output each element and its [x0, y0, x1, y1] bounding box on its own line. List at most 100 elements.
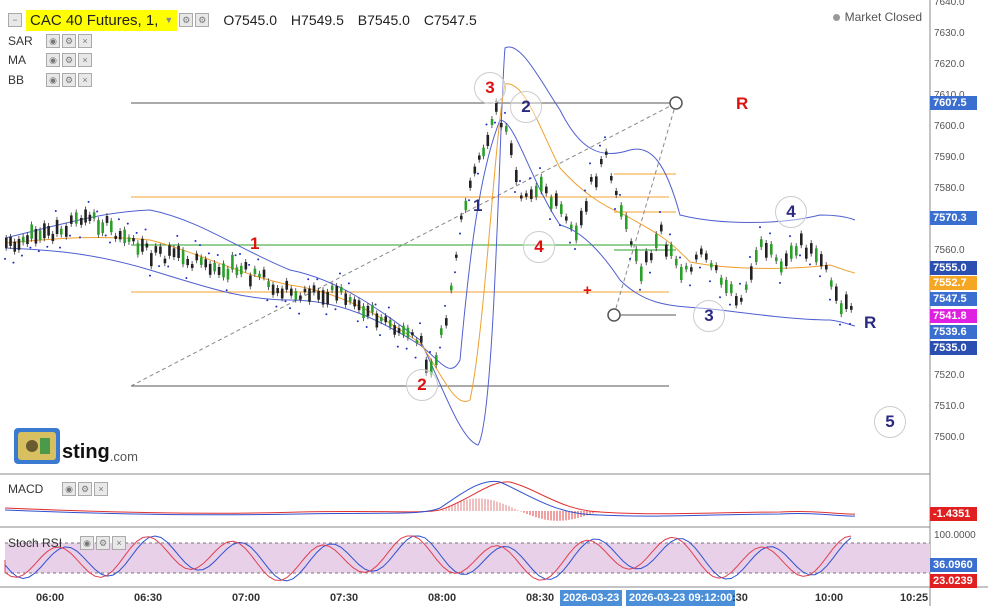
candle-body	[190, 264, 194, 269]
candle-body	[785, 253, 788, 267]
close-icon[interactable]: ×	[94, 482, 108, 496]
candle-body	[384, 316, 388, 323]
candle-body	[630, 241, 633, 245]
candle-body	[267, 281, 270, 288]
sar-dot	[709, 280, 711, 283]
sar-dot	[599, 144, 601, 147]
sar-dot	[839, 323, 841, 326]
time-tick: 10:00	[815, 592, 844, 604]
candle-body	[38, 230, 42, 240]
high-value: H7549.5	[290, 12, 344, 28]
candle-body	[177, 245, 180, 258]
candle-body	[88, 214, 92, 221]
sar-dot	[569, 241, 571, 244]
symbol-selector[interactable]: CAC 40 Futures, 1, ▼	[26, 9, 178, 31]
sar-dot	[454, 271, 456, 274]
close-icon[interactable]: ×	[78, 53, 92, 67]
sar-dot	[769, 232, 771, 235]
sar-dot	[334, 308, 337, 311]
candle-body	[610, 176, 613, 181]
candle-body	[271, 284, 275, 295]
chevron-down-icon: ▼	[164, 15, 174, 25]
candle-body	[335, 285, 339, 301]
price-tick: 7620.0	[934, 59, 965, 70]
stoch-label-row[interactable]: Stoch RSI ◉ ⚙ ×	[8, 536, 126, 550]
indicator-row-ma[interactable]: MA ◉ ⚙ ×	[8, 53, 92, 67]
candle-body	[810, 243, 813, 254]
candle-body	[580, 210, 583, 226]
sar-dot	[298, 312, 301, 315]
indicator-row-sar[interactable]: SAR ◉ ⚙ ×	[8, 34, 92, 48]
sar-dot	[574, 248, 576, 251]
gear-icon[interactable]: ⚙	[62, 34, 76, 48]
close-icon[interactable]: ×	[78, 73, 92, 87]
candle-body	[675, 258, 678, 266]
candle-body	[154, 246, 158, 253]
market-status: Market Closed	[832, 10, 922, 24]
candle-body	[840, 303, 843, 315]
sar-dot	[96, 210, 99, 213]
candle-body	[486, 134, 490, 147]
candle-body	[204, 259, 208, 268]
price-tag: 7552.7	[930, 276, 977, 290]
sar-dot	[365, 326, 368, 329]
gear-icon[interactable]: ⚙	[62, 73, 76, 87]
gear-icon[interactable]: ⚙	[62, 53, 76, 67]
eye-icon[interactable]: ◉	[80, 536, 94, 550]
settings-icon[interactable]: ⚙	[179, 13, 194, 27]
candle-body	[321, 290, 325, 305]
candle-body	[141, 238, 144, 252]
eye-icon[interactable]: ◉	[46, 73, 60, 87]
candle-body	[262, 269, 266, 278]
candle-body	[353, 299, 356, 307]
wave-label-blue: 3	[693, 300, 725, 332]
close-value: C7547.5	[423, 12, 477, 28]
sar-dot	[629, 257, 631, 260]
stoch-label: Stoch RSI	[8, 536, 63, 550]
sar-dot	[759, 226, 761, 229]
candle-body	[213, 262, 216, 272]
sar-dot	[459, 232, 461, 235]
gear-icon[interactable]: ⚙	[78, 482, 92, 496]
sar-dot	[849, 322, 851, 325]
macd-label-row[interactable]: MACD ◉ ⚙ ×	[8, 482, 108, 496]
logo-domain: .com	[109, 449, 138, 464]
candle-body	[420, 335, 423, 343]
candle-body	[186, 258, 189, 266]
eye-icon[interactable]: ◉	[46, 53, 60, 67]
sar-dot	[79, 236, 81, 239]
candle-body	[317, 290, 320, 300]
candle-body	[765, 243, 768, 258]
candle-body	[535, 185, 538, 198]
wave-label-red: R	[736, 94, 749, 113]
eye-icon[interactable]: ◉	[46, 34, 60, 48]
candle-body	[159, 246, 162, 254]
sar-dot	[144, 228, 147, 231]
price-tag: 7607.5	[930, 96, 977, 110]
time-tick: 08:30	[526, 592, 555, 604]
price-tick: 7500.0	[934, 432, 965, 443]
sar-dot	[659, 211, 661, 214]
indicator-label: MA	[8, 53, 26, 67]
stoch-value-tag: 36.0960	[930, 558, 977, 572]
candle-body	[510, 143, 513, 156]
ohlc-readout: O7545.0 H7549.5 B7545.0 C7547.5	[223, 12, 486, 28]
sar-dot	[275, 305, 278, 308]
gear-icon[interactable]: ⚙	[195, 13, 210, 27]
close-icon[interactable]: ×	[78, 34, 92, 48]
close-icon[interactable]: ×	[112, 536, 126, 550]
wave-label-blue: 2	[510, 91, 542, 123]
sar-dot	[414, 356, 417, 359]
candle-body	[735, 296, 738, 306]
candle-body	[235, 267, 239, 276]
sar-dot	[444, 304, 446, 307]
collapse-icon[interactable]: −	[8, 13, 22, 27]
sar-dot	[135, 231, 138, 234]
indicator-row-bb[interactable]: BB ◉ ⚙ ×	[8, 73, 92, 87]
gear-icon[interactable]: ⚙	[96, 536, 110, 550]
low-value: B7545.0	[357, 12, 410, 28]
candle-body	[308, 288, 311, 302]
wave-label-red: 2	[406, 369, 438, 401]
eye-icon[interactable]: ◉	[62, 482, 76, 496]
sar-dot	[289, 307, 291, 310]
